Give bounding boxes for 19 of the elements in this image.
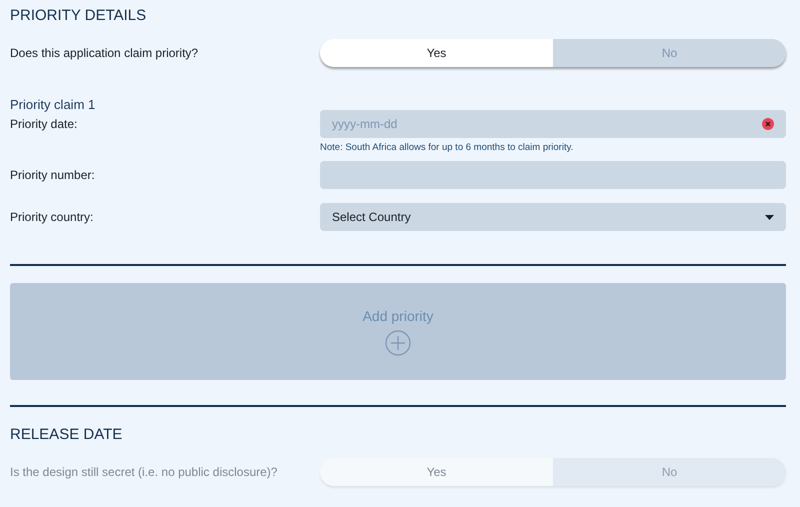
yes-no-toggle[interactable]: Yes No	[320, 39, 786, 67]
claim-title: Priority claim 1	[10, 96, 96, 114]
toggle-option[interactable]: No	[553, 39, 786, 67]
field-label: Priority number:	[10, 167, 96, 182]
caret-icon	[765, 214, 774, 220]
date-field[interactable]: yyyy-mm-dd	[320, 110, 786, 138]
field-label: Priority country:	[10, 209, 94, 224]
add-priority-button[interactable]: Add priority	[10, 283, 786, 380]
question-label: Is the design still secret (i.e. no public disclosure)?	[10, 465, 278, 479]
toggle-option[interactable]: Yes	[320, 39, 553, 67]
question-label: Does this application claim priority?	[10, 46, 200, 60]
text-field[interactable]	[320, 161, 786, 189]
field-label: Priority date:	[10, 116, 78, 131]
section-heading: PRIORITY DETAILS	[10, 6, 148, 26]
section-heading: RELEASE DATE	[10, 425, 124, 445]
note-text: Note: South Africa allows for up to 6 months to claim priority.	[320, 142, 574, 153]
clear-icon[interactable]	[762, 118, 774, 130]
plus-icon	[385, 330, 411, 356]
country-select[interactable]: Select Country	[320, 203, 786, 231]
